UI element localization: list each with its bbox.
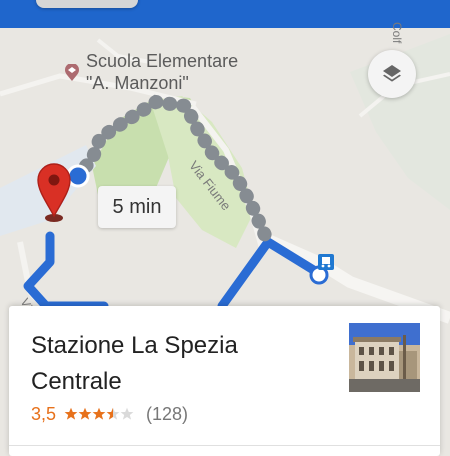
poi-label[interactable]: Scuola Elementare "A. Manzoni" [86,50,238,94]
layers-icon [383,65,401,82]
half-star-icon [106,407,120,420]
star-rating [64,407,134,421]
poi-label-line-1: Scuola Elementare [86,51,239,71]
top-bar [0,0,450,28]
star-icon [78,407,92,420]
place-card[interactable]: Stazione La Spezia Centrale 3,5 (128) [9,306,440,456]
poi-label-line-2: "A. Manzoni" [86,73,189,93]
rating-row: 3,5 (128) [31,402,188,426]
bus-stop-icon[interactable] [318,254,334,270]
origin-marker[interactable] [66,164,90,188]
search-box[interactable] [36,0,138,8]
corner-street-label: Colf [390,22,404,44]
place-photo[interactable] [349,323,420,392]
star-icon [92,407,106,420]
route-time-bubble[interactable]: 5 min [98,186,176,228]
card-divider [9,445,440,446]
star-icon [64,407,78,420]
school-pin-icon[interactable] [64,64,80,82]
rating-value: 3,5 [31,403,57,424]
empty-star-icon [120,407,134,420]
layers-button[interactable] [368,50,416,98]
station-photo [349,323,420,392]
place-title: Stazione La Spezia Centrale [31,332,238,395]
review-count[interactable]: (128) [146,404,188,425]
